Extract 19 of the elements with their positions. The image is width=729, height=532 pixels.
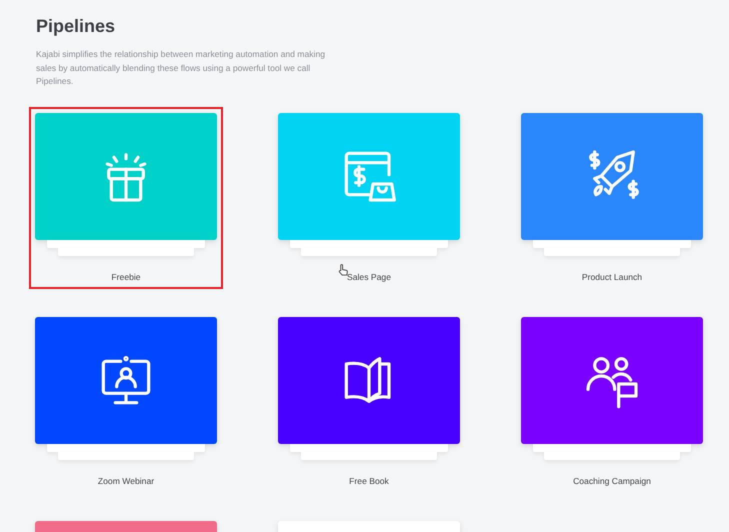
page-title: Pipelines <box>36 15 116 38</box>
pipeline-label[interactable]: Sales Page <box>347 270 391 282</box>
pipeline-tile[interactable]: Freebie <box>29 106 223 288</box>
pipeline-card[interactable] <box>35 316 217 444</box>
pipeline-tile[interactable]: Coaching Campaign <box>515 310 709 492</box>
pipeline-label[interactable]: Freebie <box>111 270 141 282</box>
pipeline-tile[interactable]: Free Book <box>272 310 466 492</box>
pipeline-tile[interactable]: Sales Page <box>272 106 466 288</box>
hand-cursor-icon <box>338 264 349 276</box>
pipeline-card[interactable] <box>278 316 460 444</box>
pipeline-card[interactable] <box>521 316 703 444</box>
pipeline-card[interactable] <box>521 112 703 240</box>
page-description: Kajabi simplifies the relationship between marketing automation and making sales by automatically blending these flows using a powerful tool we call Pipelines. <box>36 48 326 88</box>
pipeline-label[interactable]: Product Launch <box>582 270 642 282</box>
pipeline-label[interactable]: Free Book <box>349 474 389 486</box>
pipeline-tile[interactable]: Zoom Webinar <box>29 310 223 492</box>
pipeline-label[interactable]: Zoom Webinar <box>98 474 154 486</box>
pipeline-label[interactable]: Coaching Campaign <box>573 474 651 486</box>
pipeline-tile[interactable]: Product Launch <box>515 106 709 288</box>
